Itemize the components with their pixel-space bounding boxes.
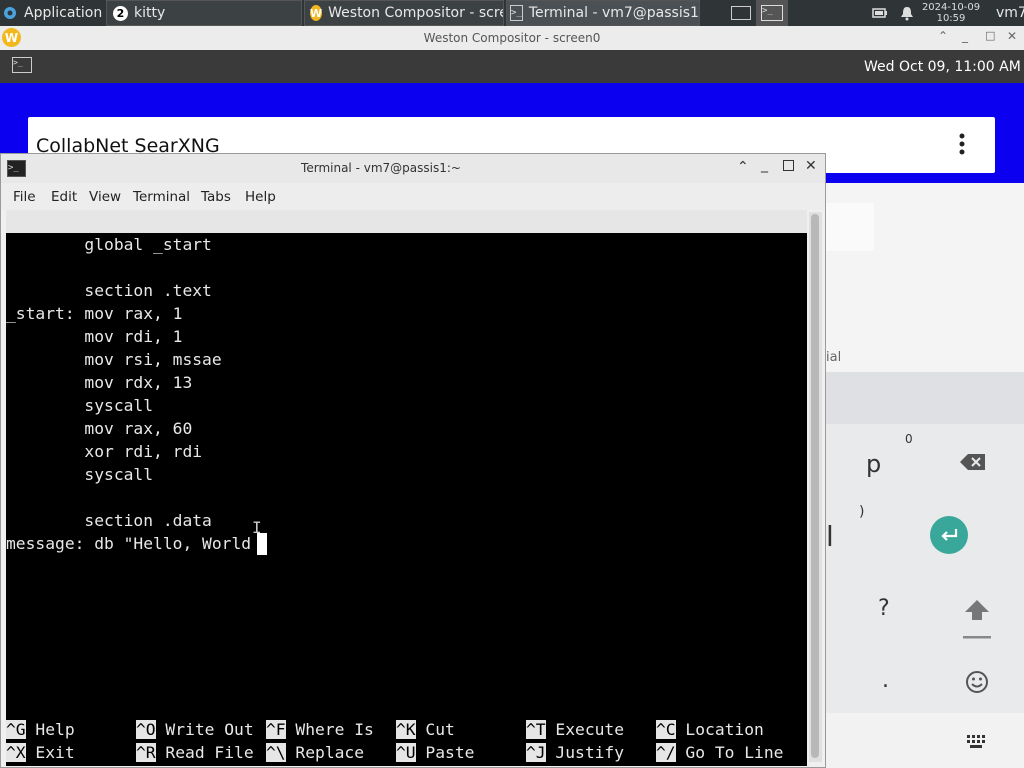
emoji-key-icon[interactable]	[965, 670, 989, 698]
keyboard-suggestion-bar	[826, 372, 1024, 424]
menu-terminal[interactable]: Terminal	[133, 189, 190, 205]
code-line: syscall	[6, 465, 154, 484]
android-nav-bar	[826, 713, 1024, 768]
menu-view[interactable]: View	[89, 189, 121, 205]
terminal-titlebar[interactable]: >_ Terminal - vm7@passis1:~ ⌃ _ ✕	[1, 154, 825, 183]
code-line: mov rdx, 13	[6, 373, 193, 392]
shortcut-paste[interactable]: ^U Paste	[396, 741, 474, 764]
backspace-icon[interactable]	[959, 452, 987, 476]
weston-minimize-icon[interactable]: _	[962, 29, 968, 43]
menu-edit[interactable]: Edit	[51, 189, 77, 205]
task-label: Weston Compositor - scre...	[328, 5, 504, 21]
weston-close-icon[interactable]: ✕	[1007, 29, 1017, 43]
menu-help[interactable]: Help	[245, 189, 276, 205]
weston-panel: >_ Wed Oct 09, 11:00 AM	[0, 50, 1024, 83]
workspace-1-icon[interactable]	[730, 0, 752, 26]
clock-date: 2024-10-09	[921, 2, 981, 13]
code-line: message: db "Hello, World	[6, 534, 252, 553]
code-line: mov rdi, 1	[6, 327, 183, 346]
app-menu-icon	[2, 5, 18, 21]
terminal-shade-icon[interactable]: ⌃	[737, 159, 749, 175]
shortcut-where-is[interactable]: ^F Where Is	[266, 718, 374, 741]
kitty-icon: 2	[113, 5, 128, 21]
shortcut-write-out[interactable]: ^O Write Out	[136, 718, 254, 741]
terminal-title: Terminal - vm7@passis1:~	[301, 161, 461, 175]
key-l[interactable]: l	[826, 520, 834, 553]
key-p[interactable]: p	[866, 450, 881, 478]
terminal-window: >_ Terminal - vm7@passis1:~ ⌃ _ ✕ File E…	[0, 153, 826, 768]
shortcut-go-to-line[interactable]: ^/ Go To Line	[656, 741, 783, 764]
shortcut-help[interactable]: ^G Help	[6, 718, 75, 741]
battery-icon[interactable]	[872, 0, 890, 26]
code-line: global _start	[6, 235, 212, 254]
clock-time: 10:59	[936, 13, 966, 24]
menu-tabs[interactable]: Tabs	[201, 189, 231, 205]
terminal-close-icon[interactable]: ✕	[805, 158, 817, 174]
code-line: xor rdi, rdi	[6, 442, 203, 461]
partial-text: ial	[826, 350, 842, 365]
applications-label: Applications	[24, 5, 102, 21]
terminal-icon: >_	[510, 5, 523, 21]
terminal-menubar: File Edit View Terminal Tabs Help	[1, 183, 825, 210]
shortcut-location[interactable]: ^C Location	[656, 718, 764, 741]
ibeam-pointer-icon: I	[252, 518, 262, 537]
overflow-menu-icon[interactable]	[958, 133, 966, 159]
on-screen-keyboard: 0 p ) l ? .	[826, 372, 1024, 713]
weston-terminal-launcher-icon[interactable]: >_	[12, 57, 32, 73]
key-hint-digit: 0	[905, 432, 913, 446]
workspace-2-icon[interactable]: >_	[756, 0, 788, 26]
keyboard-switch-icon[interactable]	[967, 734, 987, 753]
content-block	[826, 203, 874, 251]
shortcut-replace[interactable]: ^\ Replace	[266, 741, 364, 764]
weston-title: Weston Compositor - screen0	[423, 31, 601, 45]
clock[interactable]: 2024-10-09 10:59	[916, 2, 986, 24]
taskbar: Applications ≡ 2 kitty W Weston Composit…	[0, 0, 1024, 26]
shortcut-execute[interactable]: ^T Execute	[526, 718, 624, 741]
nano-editor[interactable]: GNU nano 8.2 b.asm Modified global _star…	[6, 210, 807, 766]
code-line: syscall	[6, 396, 154, 415]
code-line: mov rsi, mssae	[6, 350, 222, 369]
weston-datetime: Wed Oct 09, 11:00 AM	[864, 59, 1021, 75]
code-line: _start: mov rax, 1	[6, 304, 183, 323]
nano-text-area[interactable]: global _start section .text _start: mov …	[6, 233, 807, 693]
weston-icon: W	[310, 5, 323, 21]
key-period[interactable]: .	[882, 668, 889, 693]
user-menu[interactable]: vm7	[996, 0, 1024, 26]
weston-maximize-icon[interactable]: ⌃	[938, 29, 948, 43]
terminal-scrollbar[interactable]	[809, 212, 822, 762]
task-terminal[interactable]: >_ Terminal - vm7@passis1:~	[506, 0, 700, 26]
shortcut-read-file[interactable]: ^R Read File	[136, 741, 254, 764]
applications-menu[interactable]: Applications ≡	[2, 0, 102, 26]
task-label: Terminal - vm7@passis1:~	[528, 5, 700, 21]
shortcut-justify[interactable]: ^J Justify	[526, 741, 624, 764]
key-question[interactable]: ?	[878, 596, 890, 621]
scrollbar-thumb[interactable]	[811, 214, 819, 758]
enter-key-icon[interactable]	[930, 516, 968, 554]
terminal-minimize-icon[interactable]: _	[761, 157, 768, 173]
task-weston[interactable]: W Weston Compositor - scre...	[304, 0, 504, 26]
nano-shortcuts: ^G Help ^O Write Out ^F Where Is ^K Cut …	[6, 718, 807, 764]
task-kitty[interactable]: 2 kitty	[106, 0, 302, 26]
code-line: mov rax, 60	[6, 419, 193, 438]
code-line: section .text	[6, 281, 212, 300]
shortcut-exit[interactable]: ^X Exit	[6, 741, 75, 764]
terminal-maximize-icon[interactable]	[783, 160, 794, 171]
weston-restore-icon[interactable]: □	[985, 29, 995, 42]
menu-file[interactable]: File	[13, 189, 36, 205]
key-hint-paren: )	[859, 504, 865, 520]
weston-titlebar: W Weston Compositor - screen0 ⌃ _ □ ✕	[0, 26, 1024, 50]
nano-header: GNU nano 8.2 b.asm Modified	[6, 210, 807, 300]
shortcut-cut[interactable]: ^K Cut	[396, 718, 455, 741]
shift-key-icon[interactable]	[963, 598, 991, 646]
task-label: kitty	[134, 5, 166, 21]
code-line: section .data	[6, 511, 212, 530]
